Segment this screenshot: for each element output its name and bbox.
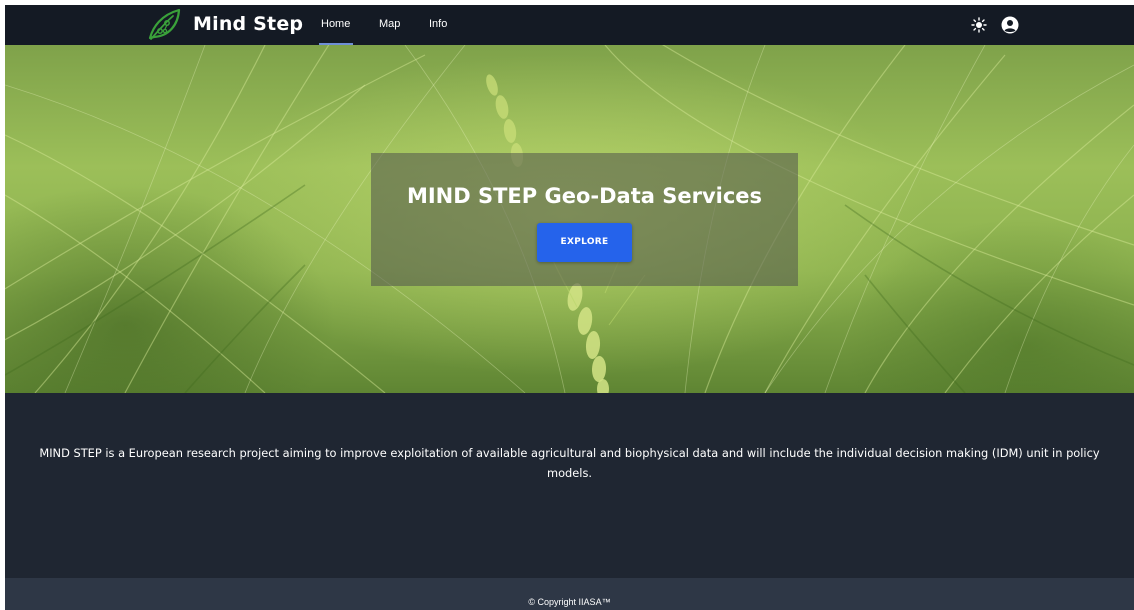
project-description: MIND STEP is a European research project… — [39, 446, 1100, 480]
footer: © Copyright IIASA™ — [5, 578, 1134, 610]
brand-name[interactable]: Mind Step — [193, 11, 303, 37]
hero-banner: MIND STEP Geo-Data Services EXPLORE — [5, 45, 1134, 393]
about-section: MIND STEP is a European research project… — [5, 393, 1134, 578]
leaf-logo-icon[interactable] — [145, 7, 183, 41]
page: Mind Step Home Map Info MIND STEP Geo-Da… — [5, 5, 1134, 610]
nav-link-map[interactable]: Map — [379, 16, 400, 32]
nav-link-info[interactable]: Info — [429, 16, 447, 32]
copyright-text: © Copyright IIASA™ — [528, 597, 611, 607]
hero-title: MIND STEP Geo-Data Services — [406, 184, 763, 208]
account-circle-icon[interactable] — [1001, 16, 1019, 34]
hero-overlay-box: MIND STEP Geo-Data Services EXPLORE — [371, 153, 798, 286]
sun-icon[interactable] — [971, 17, 987, 33]
explore-button[interactable]: EXPLORE — [537, 223, 632, 262]
top-navbar: Mind Step Home Map Info — [5, 5, 1134, 45]
nav-link-home[interactable]: Home — [321, 16, 350, 32]
